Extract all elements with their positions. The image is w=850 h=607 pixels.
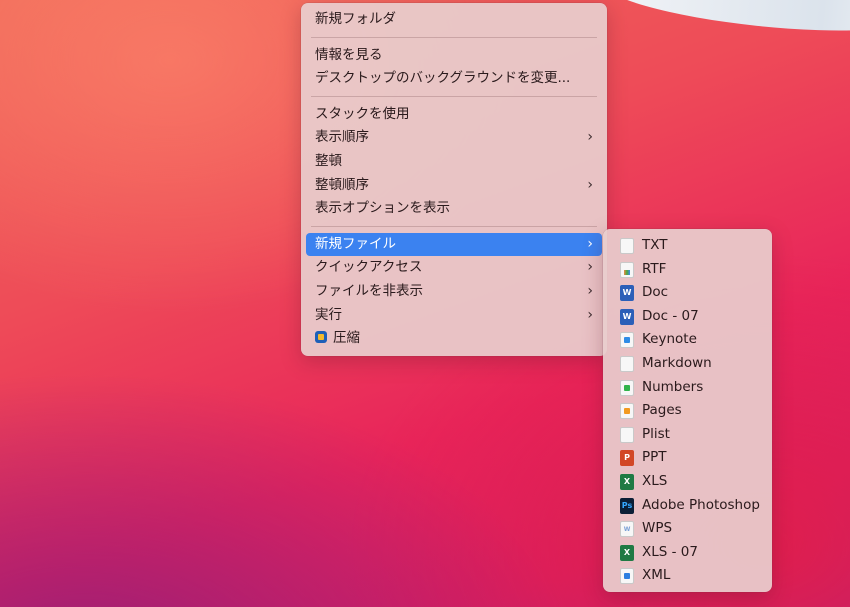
chevron-right-icon: › [587, 176, 593, 193]
submenu-item-label: Adobe Photoshop [642, 496, 760, 513]
menu-item-label: 表示オプションを表示 [315, 200, 450, 217]
submenu-item-wps[interactable]: W WPS [608, 517, 767, 541]
menu-item-use-stacks[interactable]: スタックを使用 [306, 103, 602, 127]
menu-item-label: スタックを使用 [315, 105, 410, 122]
submenu-item-label: WPS [642, 520, 673, 537]
numbers-file-icon [620, 379, 634, 396]
menu-item-label: 整頓 [315, 152, 342, 169]
rtf-file-icon [620, 261, 634, 278]
chevron-right-icon: › [587, 235, 593, 252]
menu-item-show-view-options[interactable]: 表示オプションを表示 [306, 197, 602, 221]
submenu-item-keynote[interactable]: Keynote [608, 328, 767, 352]
word-doc-icon: W [620, 285, 634, 302]
submenu-item-label: Plist [642, 425, 670, 442]
submenu-item-pages[interactable]: Pages [608, 399, 767, 423]
menu-item-run[interactable]: 実行 › [306, 304, 602, 328]
submenu-item-xls-07[interactable]: X XLS - 07 [608, 541, 767, 565]
submenu-item-rtf[interactable]: RTF [608, 258, 767, 282]
menu-item-label: クイックアクセス [315, 259, 423, 276]
chevron-right-icon: › [587, 282, 593, 299]
menu-item-label: 情報を見る [315, 46, 383, 63]
submenu-item-label: Doc - 07 [642, 307, 699, 324]
submenu-item-photoshop[interactable]: Ps Adobe Photoshop [608, 494, 767, 518]
photoshop-file-icon: Ps [620, 497, 634, 514]
menu-separator [311, 36, 597, 38]
submenu-item-plist[interactable]: Plist [608, 423, 767, 447]
menu-item-get-info[interactable]: 情報を見る [306, 44, 602, 68]
submenu-item-label: Keynote [642, 331, 697, 348]
chevron-right-icon: › [587, 306, 593, 323]
submenu-item-label: XLS - 07 [642, 543, 698, 560]
submenu-item-label: XLS [642, 472, 668, 489]
menu-item-label: ファイルを非表示 [315, 282, 423, 299]
submenu-item-doc-07[interactable]: W Doc - 07 [608, 305, 767, 329]
submenu-item-xls[interactable]: X XLS [608, 470, 767, 494]
menu-item-compress[interactable]: 圧縮 [306, 327, 602, 351]
submenu-item-label: RTF [642, 260, 667, 277]
menu-item-new-folder[interactable]: 新規フォルダ [306, 8, 602, 32]
menu-separator [311, 95, 597, 97]
submenu-item-txt[interactable]: TXT [608, 234, 767, 258]
menu-item-label: 新規ファイル [315, 235, 396, 252]
menu-item-label: 整頓順序 [315, 176, 369, 193]
submenu-item-label: Numbers [642, 378, 704, 395]
menu-item-new-file[interactable]: 新規ファイル › [306, 232, 602, 257]
submenu-item-label: Pages [642, 402, 682, 419]
desktop-context-menu: 新規フォルダ 情報を見る デスクトップのバックグラウンドを変更... スタックを… [301, 3, 607, 356]
menu-item-hide-files[interactable]: ファイルを非表示 › [306, 280, 602, 304]
menu-item-label: デスクトップのバックグラウンドを変更... [315, 70, 571, 87]
keynote-file-icon [620, 332, 634, 349]
wallpaper-wave-light [597, 0, 850, 43]
submenu-item-ppt[interactable]: P PPT [608, 446, 767, 470]
plist-file-icon [620, 426, 634, 443]
menu-item-label: 圧縮 [333, 330, 360, 347]
word-doc-icon: W [620, 308, 634, 325]
submenu-item-label: XML [642, 567, 671, 584]
submenu-item-doc[interactable]: W Doc [608, 281, 767, 305]
archive-app-icon [315, 331, 327, 344]
submenu-item-markdown[interactable]: Markdown [608, 352, 767, 376]
menu-item-label: 表示順序 [315, 129, 369, 146]
submenu-item-label: Markdown [642, 354, 712, 371]
powerpoint-file-icon: P [620, 450, 634, 467]
menu-item-clean-up[interactable]: 整頓 [306, 150, 602, 174]
excel-file-icon: X [620, 473, 634, 490]
submenu-item-label: PPT [642, 449, 667, 466]
wps-file-icon: W [620, 521, 634, 538]
submenu-item-numbers[interactable]: Numbers [608, 376, 767, 400]
markdown-file-icon [620, 355, 634, 372]
new-file-submenu: TXT RTF W Doc W Doc - 07 Keynote Markdown … [603, 229, 772, 592]
menu-separator [311, 225, 597, 227]
submenu-item-label: TXT [642, 237, 668, 253]
xml-file-icon [620, 568, 634, 585]
menu-item-label: 実行 [315, 306, 342, 323]
chevron-right-icon: › [587, 129, 593, 146]
menu-item-label: 新規フォルダ [315, 11, 396, 27]
menu-item-clean-up-by[interactable]: 整頓順序 › [306, 174, 602, 198]
menu-item-change-background[interactable]: デスクトップのバックグラウンドを変更... [306, 67, 602, 91]
excel-file-icon: X [620, 544, 634, 561]
submenu-item-label: Doc [642, 284, 669, 301]
submenu-item-xml[interactable]: XML [608, 564, 767, 588]
pages-file-icon [620, 403, 634, 420]
menu-item-sort-by[interactable]: 表示順序 › [306, 126, 602, 150]
chevron-right-icon: › [587, 259, 593, 276]
menu-item-quick-access[interactable]: クイックアクセス › [306, 256, 602, 280]
txt-file-icon [620, 238, 634, 254]
